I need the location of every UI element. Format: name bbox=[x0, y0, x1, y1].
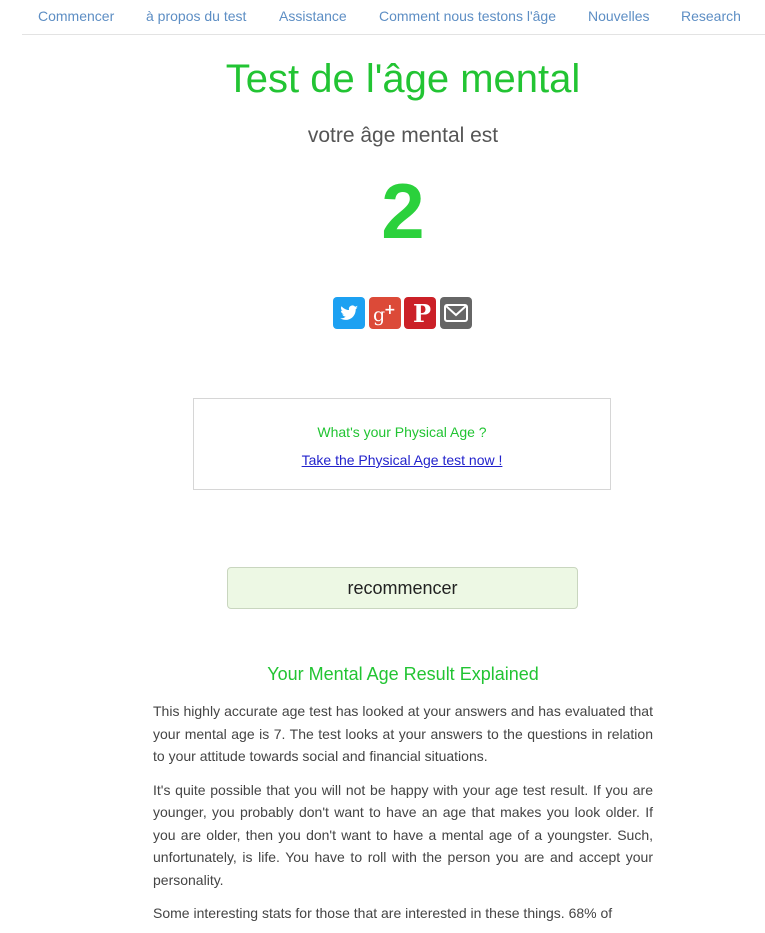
share-twitter-button[interactable] bbox=[333, 297, 365, 329]
explanation-paragraph: Some interesting stats for those that ar… bbox=[153, 905, 613, 921]
result-explanation-text: This highly accurate age test has looked… bbox=[153, 700, 653, 933]
result-subtitle: votre âge mental est bbox=[307, 124, 499, 147]
page-title: Test de l'âge mental bbox=[225, 57, 581, 101]
explanation-paragraph: It's quite possible that you will not be… bbox=[153, 781, 653, 888]
nav-link-research[interactable]: Research bbox=[681, 8, 741, 24]
physical-age-question: What's your Physical Age ? bbox=[317, 424, 487, 440]
google-plus-icon: g + bbox=[373, 302, 396, 326]
physical-age-promo: What's your Physical Age ? Take the Phys… bbox=[193, 398, 611, 490]
explanation-paragraph: This highly accurate age test has looked… bbox=[153, 703, 653, 764]
nav-link-assistance[interactable]: Assistance bbox=[279, 8, 347, 24]
nav-link-comment-nous-testons[interactable]: Comment nous testons l'âge bbox=[379, 8, 556, 24]
nav-link-a-propos[interactable]: à propos du test bbox=[146, 8, 246, 24]
share-google-plus-button[interactable]: g + bbox=[369, 297, 401, 329]
svg-text:+: + bbox=[384, 302, 396, 318]
svg-text:P: P bbox=[413, 299, 431, 328]
share-pinterest-button[interactable]: P bbox=[404, 297, 436, 329]
twitter-icon bbox=[340, 305, 358, 320]
email-icon bbox=[444, 304, 468, 322]
result-explained-heading: Your Mental Age Result Explained bbox=[267, 664, 539, 684]
page: Commencer à propos du test Assistance Co… bbox=[0, 0, 765, 933]
nav-link-nouvelles[interactable]: Nouvelles bbox=[588, 8, 649, 24]
share-email-button[interactable] bbox=[440, 297, 472, 329]
pinterest-icon: P bbox=[413, 299, 431, 328]
physical-age-test-link[interactable]: Take the Physical Age test now ! bbox=[194, 452, 610, 468]
top-navigation: Commencer à propos du test Assistance Co… bbox=[22, 0, 765, 35]
mental-age-value: 2 bbox=[381, 167, 425, 255]
nav-link-commencer[interactable]: Commencer bbox=[38, 8, 114, 24]
restart-button[interactable]: recommencer bbox=[227, 567, 578, 609]
